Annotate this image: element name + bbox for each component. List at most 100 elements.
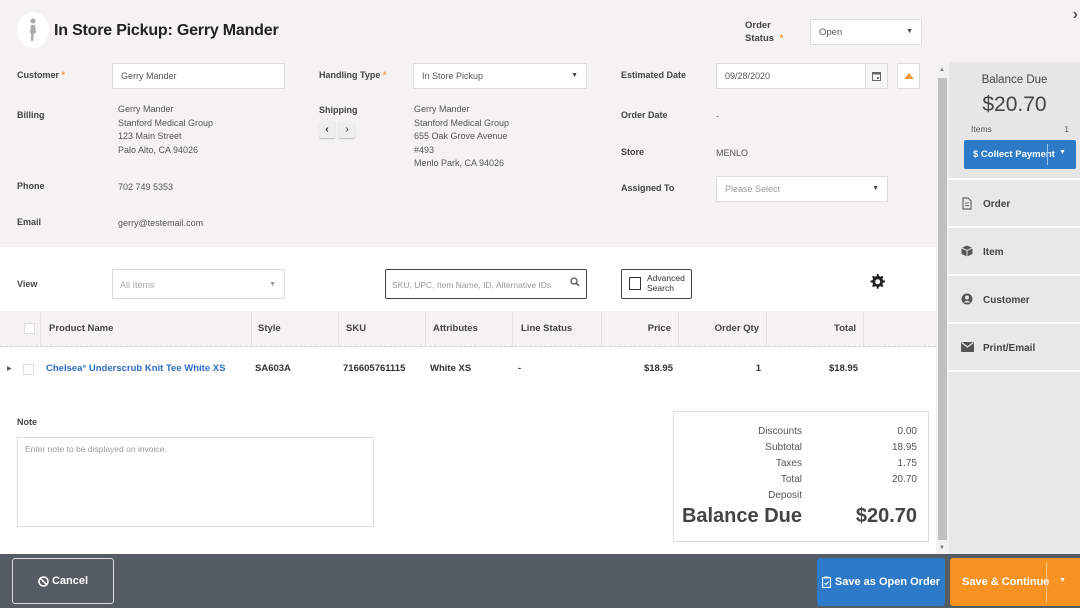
order-status-label-text: Order Status bbox=[745, 20, 775, 44]
customer-label-text: Customer bbox=[17, 70, 60, 80]
chevron-down-icon: ▼ bbox=[872, 185, 879, 192]
sidebar-item-item[interactable]: Item bbox=[949, 230, 1080, 276]
save-continue-label: Save & Continue bbox=[962, 576, 1050, 588]
assigned-to-label: Assigned To bbox=[621, 183, 675, 193]
shipping-address: Gerry Mander Stanford Medical Group 655 … bbox=[414, 103, 509, 171]
chevron-down-icon: ▼ bbox=[571, 72, 578, 79]
customer-input[interactable]: Gerry Mander bbox=[112, 63, 285, 89]
balance-due-row: Balance Due $20.70 bbox=[674, 505, 930, 533]
cancel-button[interactable]: Cancel bbox=[12, 558, 114, 604]
shipping-line: #493 bbox=[414, 144, 435, 155]
main-scrollbar[interactable]: ▲ ▼ bbox=[937, 66, 948, 552]
subtotal-value: 18.95 bbox=[891, 442, 917, 453]
balance-title: Balance Due bbox=[981, 74, 1048, 86]
required-mark: * bbox=[779, 33, 784, 44]
column-spacer bbox=[863, 311, 936, 347]
order-status-value: Open bbox=[819, 27, 843, 38]
billing-line: Stanford Medical Group bbox=[118, 117, 214, 128]
save-open-order-button[interactable]: Save as Open Order bbox=[817, 558, 945, 606]
view-select[interactable]: All Items ▼ bbox=[112, 269, 285, 299]
triangle-up-icon bbox=[904, 73, 914, 79]
collect-payment-button[interactable]: $ Collect Payment ▼ bbox=[964, 140, 1076, 169]
column-price[interactable]: Price bbox=[601, 311, 678, 347]
subtotal-row: Subtotal 18.95 bbox=[674, 442, 930, 458]
items-label: Items bbox=[971, 124, 992, 134]
product-name-link[interactable]: Chelsea° Underscrub Knit Tee White XS bbox=[46, 363, 225, 374]
search-placeholder: SKU, UPC, Item Name, ID, Alternative IDs bbox=[392, 280, 552, 290]
column-order-qty[interactable]: Order Qty bbox=[678, 311, 766, 347]
document-icon bbox=[960, 196, 974, 210]
taxes-value: 1.75 bbox=[897, 458, 917, 469]
advanced-search-label-1: Advanced bbox=[647, 273, 685, 283]
close-panel-icon[interactable]: › bbox=[1073, 6, 1078, 24]
sidebar-item-label: Print/Email bbox=[983, 343, 1036, 354]
scroll-down-icon[interactable]: ▼ bbox=[939, 545, 945, 551]
item-search-input[interactable]: SKU, UPC, Item Name, ID, Alternative IDs bbox=[385, 269, 587, 299]
gear-icon[interactable] bbox=[869, 273, 886, 293]
calendar-icon[interactable] bbox=[865, 64, 887, 88]
price-cell: $18.95 bbox=[643, 363, 673, 374]
advanced-search-label-2: Search bbox=[647, 283, 674, 293]
button-divider bbox=[1047, 144, 1048, 165]
sidebar-item-print-email[interactable]: Print/Email bbox=[949, 326, 1080, 372]
shipping-label: Shipping bbox=[319, 105, 358, 115]
collapse-header-button[interactable] bbox=[897, 63, 920, 89]
attributes-cell: White XS bbox=[430, 363, 472, 374]
shipping-prev-button[interactable]: ‹ bbox=[319, 121, 335, 138]
sidebar-item-label: Order bbox=[983, 199, 1011, 210]
estimated-date-value: 09/28/2020 bbox=[725, 71, 771, 81]
column-line-status[interactable]: Line Status bbox=[512, 311, 601, 347]
discounts-label: Discounts bbox=[758, 426, 802, 437]
column-style[interactable]: Style bbox=[251, 311, 338, 347]
save-continue-dropdown-icon[interactable]: ▼ bbox=[1059, 577, 1066, 584]
expand-row-icon[interactable]: ▶ bbox=[7, 365, 12, 372]
view-value: All Items bbox=[120, 280, 155, 290]
order-date-value: - bbox=[716, 111, 719, 121]
items-section: View All Items ▼ SKU, UPC, Item Name, ID… bbox=[0, 247, 936, 554]
scrollbar-thumb[interactable] bbox=[938, 78, 947, 540]
advanced-search-button[interactable]: Advanced Search bbox=[621, 269, 692, 299]
column-total[interactable]: Total bbox=[766, 311, 863, 347]
table-row[interactable]: ▶ Chelsea° Underscrub Knit Tee White XS … bbox=[0, 347, 936, 391]
note-textarea[interactable]: Enter note to be displayed on invoice. bbox=[17, 437, 374, 527]
column-sku[interactable]: SKU bbox=[338, 311, 425, 347]
view-label: View bbox=[17, 279, 38, 289]
column-attributes[interactable]: Attributes bbox=[425, 311, 512, 347]
items-count: 1 bbox=[1064, 124, 1069, 134]
email-value: gerry@testemail.com bbox=[118, 218, 204, 228]
user-icon bbox=[960, 292, 974, 306]
row-checkbox[interactable] bbox=[23, 364, 34, 375]
scroll-up-icon[interactable]: ▲ bbox=[939, 67, 945, 73]
billing-label: Billing bbox=[17, 110, 45, 120]
save-continue-button[interactable]: Save & Continue ▼ bbox=[950, 558, 1080, 606]
phone-value: 702 749 5353 bbox=[118, 182, 174, 192]
page-title: In Store Pickup: Gerry Mander bbox=[54, 22, 279, 39]
collect-payment-dropdown-icon[interactable]: ▼ bbox=[1059, 149, 1066, 156]
assigned-to-select[interactable]: Please Select ▼ bbox=[716, 176, 888, 202]
search-icon[interactable] bbox=[570, 277, 580, 290]
store-value: MENLO bbox=[716, 148, 749, 158]
header: In Store Pickup: Gerry Mander Order Stat… bbox=[0, 0, 940, 62]
discounts-value: 0.00 bbox=[897, 426, 917, 437]
discounts-row: Discounts 0.00 bbox=[674, 426, 930, 442]
shipping-next-button[interactable]: › bbox=[339, 121, 355, 138]
sidebar-item-customer[interactable]: Customer bbox=[949, 278, 1080, 324]
box-icon bbox=[960, 244, 974, 258]
select-all-checkbox[interactable] bbox=[24, 323, 35, 334]
footer-bar: Cancel Save as Open Order Save & Continu… bbox=[0, 554, 1080, 608]
balance-amount: $20.70 bbox=[982, 93, 1047, 116]
sidebar-item-label: Item bbox=[983, 247, 1004, 258]
right-sidebar: Balance Due $20.70 Items 1 $ Collect Pay… bbox=[949, 62, 1080, 554]
taxes-label: Taxes bbox=[775, 458, 802, 469]
required-mark: * bbox=[382, 70, 387, 80]
balance-due-value: $20.70 bbox=[855, 505, 917, 527]
order-form: Customer * Gerry Mander Billing Gerry Ma… bbox=[0, 62, 936, 247]
handling-type-select[interactable]: In Store Pickup ▼ bbox=[413, 63, 587, 89]
billing-address: Gerry Mander Stanford Medical Group 123 … bbox=[118, 103, 213, 157]
estimated-date-input[interactable]: 09/28/2020 bbox=[716, 63, 888, 89]
column-product-name[interactable]: Product Name bbox=[40, 311, 251, 347]
sidebar-item-order[interactable]: Order bbox=[949, 182, 1080, 228]
shipping-line: Stanford Medical Group bbox=[414, 117, 510, 128]
order-status-select[interactable]: Open ▼ bbox=[810, 19, 922, 45]
billing-line: 123 Main Street bbox=[118, 131, 182, 141]
